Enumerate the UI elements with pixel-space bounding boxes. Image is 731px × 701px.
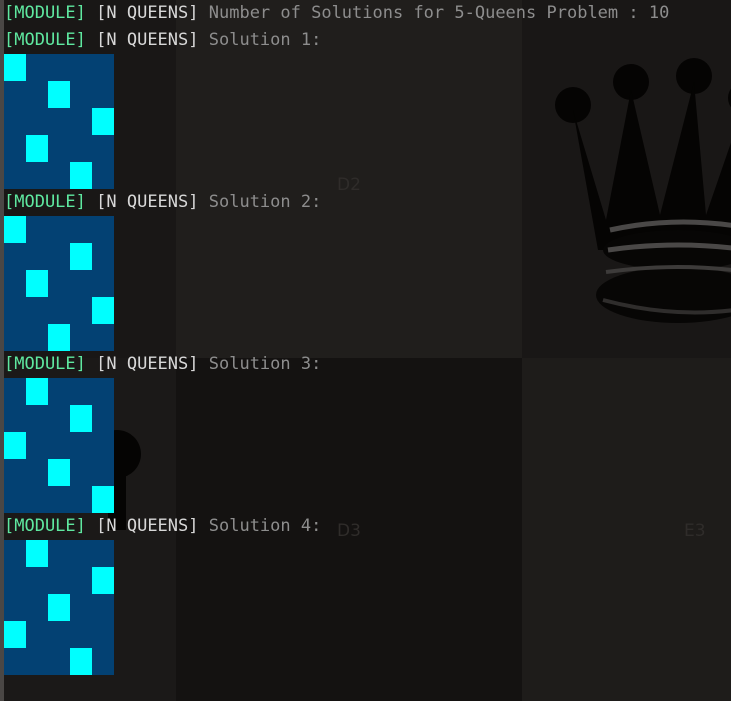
log-message: Number of Solutions for 5-Queens Problem… <box>208 3 670 23</box>
solution-board <box>4 540 114 675</box>
category-tag: [N QUEENS] <box>96 30 199 50</box>
solution-label: Solution 3: <box>208 354 322 374</box>
queen-marker <box>26 270 48 297</box>
queen-marker <box>92 297 114 324</box>
log-line-summary: [MODULE] [N QUEENS] Number of Solutions … <box>4 0 731 27</box>
queen-marker <box>4 54 26 81</box>
log-line-solution: [MODULE] [N QUEENS] Solution 1: <box>4 27 731 54</box>
module-tag: [MODULE] <box>4 354 86 374</box>
queen-marker <box>70 405 92 432</box>
module-tag: [MODULE] <box>4 516 86 536</box>
solution-label: Solution 2: <box>208 192 322 212</box>
queen-marker <box>92 486 114 513</box>
queen-marker <box>4 216 26 243</box>
queen-marker <box>26 540 48 567</box>
module-tag: [MODULE] <box>4 30 86 50</box>
terminal-output: [MODULE] [N QUEENS] Number of Solutions … <box>4 0 731 675</box>
queen-marker <box>70 243 92 270</box>
queen-marker <box>70 648 92 675</box>
queen-marker <box>26 378 48 405</box>
queen-marker <box>92 567 114 594</box>
solutions-list: [MODULE] [N QUEENS] Solution 1: [MODULE] … <box>4 27 731 675</box>
queen-marker <box>4 621 26 648</box>
queen-marker <box>48 324 70 351</box>
module-tag: [MODULE] <box>4 192 86 212</box>
queen-marker <box>48 594 70 621</box>
queen-marker <box>70 162 92 189</box>
category-tag: [N QUEENS] <box>96 192 199 212</box>
category-tag: [N QUEENS] <box>96 516 199 536</box>
category-tag: [N QUEENS] <box>96 354 199 374</box>
queen-marker <box>92 108 114 135</box>
queen-marker <box>26 135 48 162</box>
queen-marker <box>48 459 70 486</box>
solution-label: Solution 1: <box>208 30 322 50</box>
queen-marker <box>48 81 70 108</box>
solution-board <box>4 378 114 513</box>
log-line-solution: [MODULE] [N QUEENS] Solution 2: <box>4 189 731 216</box>
module-tag: [MODULE] <box>4 3 86 23</box>
solution-board <box>4 216 114 351</box>
log-line-solution: [MODULE] [N QUEENS] Solution 4: <box>4 513 731 540</box>
queen-marker <box>4 432 26 459</box>
category-tag: [N QUEENS] <box>96 3 199 23</box>
solution-label: Solution 4: <box>208 516 322 536</box>
solution-board <box>4 54 114 189</box>
log-line-solution: [MODULE] [N QUEENS] Solution 3: <box>4 351 731 378</box>
